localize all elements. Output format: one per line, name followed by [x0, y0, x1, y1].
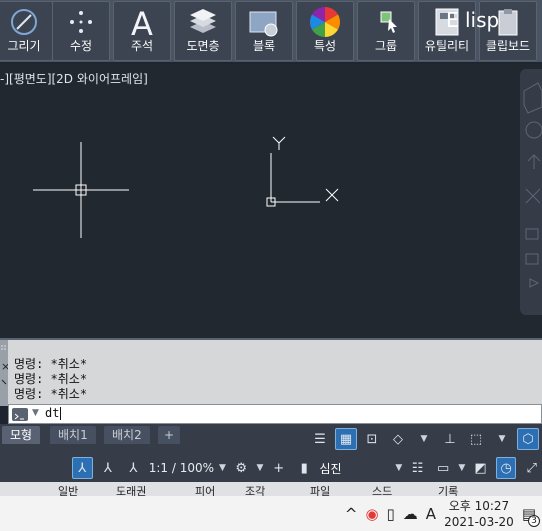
strip-item[interactable]: 기록	[438, 483, 458, 496]
block-icon	[247, 5, 281, 39]
recording-icon[interactable]: ◉	[365, 505, 378, 523]
device-icon[interactable]: ▯	[387, 505, 395, 523]
properties-icon	[308, 5, 342, 39]
command-line-input[interactable]: ▼ dt	[8, 404, 542, 424]
group-label: 그룹	[374, 39, 398, 53]
tab-layout1[interactable]: 배치1	[50, 426, 96, 444]
workspace-icon[interactable]: ⬡	[517, 428, 539, 450]
annotation-visibility-icon[interactable]: ⅄	[72, 457, 93, 479]
fullscreen-icon[interactable]: ⤢	[521, 457, 542, 479]
tab-layout2[interactable]: 배치2	[104, 426, 150, 444]
dropdown-icon[interactable]: ▼	[413, 428, 435, 450]
annotation-monitor-icon[interactable]: ⅄	[123, 457, 144, 479]
notification-icon[interactable]: ▤ 3	[522, 505, 540, 527]
auto-scale-icon[interactable]: ⅄	[98, 457, 119, 479]
svg-text:×: ×	[1, 360, 8, 373]
clock[interactable]: 오후 10:27 2021-03-20	[444, 498, 514, 530]
tab-add[interactable]: +	[158, 426, 181, 444]
strip-item[interactable]: 피어	[195, 483, 215, 496]
layer-icon[interactable]: ▭	[433, 457, 454, 479]
layers-icon	[186, 5, 220, 39]
command-prompt-icon[interactable]	[12, 408, 28, 421]
status-bar: ⅄ ⅄ ⅄ 1:1 / 100% ▼ ⚙ ▼ + ▮ 심진 ▼ ☷ ▭ ▼ ◩ …	[0, 454, 542, 482]
group-icon	[369, 5, 403, 39]
block-label: 블록	[252, 39, 276, 53]
properties-label: 특성	[313, 39, 337, 53]
properties-panel-icon[interactable]: ☷	[407, 457, 428, 479]
clipboard-label: 클립보드	[485, 39, 531, 53]
layers-label: 도면층	[186, 39, 220, 53]
strip-item[interactable]: 도래권	[116, 483, 146, 496]
command-input-value: dt	[45, 406, 62, 420]
cloud-icon[interactable]: ☁	[403, 505, 418, 523]
layers-button[interactable]: 도면층	[174, 1, 232, 61]
history-line: 명령: *취소*	[14, 387, 88, 401]
annotation-scale-icon[interactable]: ⬚	[465, 428, 487, 450]
svg-text:A: A	[131, 5, 153, 39]
crosshair-cursor	[33, 142, 129, 238]
plus-icon[interactable]: +	[268, 457, 289, 479]
drawing-canvas[interactable]: -][평면도][2D 와이어프레임]	[0, 64, 542, 338]
clock-time: 오후 10:27	[448, 498, 510, 513]
navigation-bar[interactable]	[520, 69, 542, 315]
strip-item[interactable]: 조각	[245, 483, 265, 496]
annotation-label: 주석	[130, 39, 154, 53]
draw-button[interactable]: 그리기	[0, 1, 53, 61]
strip-item[interactable]: 파일	[310, 483, 330, 496]
taskbar-strip: 일반 도래권 피어 조각 파일 스드 기록	[0, 482, 542, 496]
annotation-button[interactable]: A 주석	[113, 1, 171, 61]
modify-label: 수정	[69, 39, 93, 53]
modify-button[interactable]: 수정	[52, 1, 110, 61]
notification-count: 3	[528, 514, 540, 527]
strip-item[interactable]: 스드	[372, 483, 392, 496]
workspace-name[interactable]: 심진	[319, 460, 390, 477]
ime-indicator[interactable]: A	[426, 505, 436, 523]
layout-tabs-bar: 모형 배치1 배치2 + ☰ ▦ ⊡ ◇ ▼ ⊥ ⬚ ▼ ⬡	[0, 424, 542, 454]
properties-button[interactable]: 특성	[296, 1, 354, 61]
hardware-acceleration-icon[interactable]: ▮	[294, 457, 315, 479]
snap-grid-icon[interactable]: ▦	[335, 428, 357, 450]
draw-icon	[7, 5, 41, 39]
workspace-dropdown-icon[interactable]: ▼	[395, 463, 402, 473]
gear-icon[interactable]: ⚙	[231, 457, 252, 479]
system-tray: ^ ◉ ▯ ☁ A 오후 10:27 2021-03-20 ▤ 3	[345, 496, 542, 531]
ribbon-overlay-text: E lisp	[446, 8, 500, 32]
clock-date: 2021-03-20	[444, 514, 514, 529]
isolate-objects-icon[interactable]: ◩	[470, 457, 491, 479]
tab-model[interactable]: 모형	[2, 426, 41, 444]
grid-display-icon[interactable]: ☰	[309, 428, 331, 450]
isometric-icon[interactable]: ◇	[387, 428, 409, 450]
draw-label: 그리기	[7, 39, 41, 53]
strip-item[interactable]: 일반	[58, 483, 78, 496]
block-button[interactable]: 블록	[235, 1, 293, 61]
ortho-icon[interactable]: ⊡	[361, 428, 383, 450]
chevron-up-icon[interactable]: ^	[345, 505, 358, 523]
performance-icon[interactable]: ◷	[495, 457, 517, 479]
dropdown-icon[interactable]: ▼	[491, 428, 513, 450]
utilities-label: 유틸리티	[424, 39, 470, 53]
ucs-icon	[266, 136, 339, 207]
scale-dropdown-icon[interactable]: ▼	[219, 463, 226, 473]
group-button[interactable]: 그룹	[357, 1, 415, 61]
layer-dropdown-icon[interactable]: ▼	[458, 463, 465, 473]
annotation-scale-value[interactable]: 1:1 / 100%	[149, 461, 214, 475]
drawing-svg	[33, 136, 339, 238]
gear-dropdown-icon[interactable]: ▼	[256, 463, 263, 473]
annotation-icon: A	[125, 5, 159, 39]
command-history: × 명령: *취소* 명령: *취소* 명령: *취소*	[0, 338, 542, 406]
windows-taskbar: ^ ◉ ▯ ☁ A 오후 10:27 2021-03-20 ▤ 3	[0, 496, 542, 531]
command-window-grip[interactable]: ×	[0, 340, 10, 406]
dynamic-ucs-icon[interactable]: ⊥	[439, 428, 461, 450]
status-toggles-top: ☰ ▦ ⊡ ◇ ▼ ⊥ ⬚ ▼ ⬡	[309, 424, 542, 454]
modify-icon	[64, 5, 98, 39]
ribbon-panel: 그리기 수정 A 주석 도면층 블록 특성 그룹 유틸리티 클립보드 E lis…	[0, 0, 542, 64]
recent-commands-dropdown-icon[interactable]: ▼	[32, 408, 39, 418]
